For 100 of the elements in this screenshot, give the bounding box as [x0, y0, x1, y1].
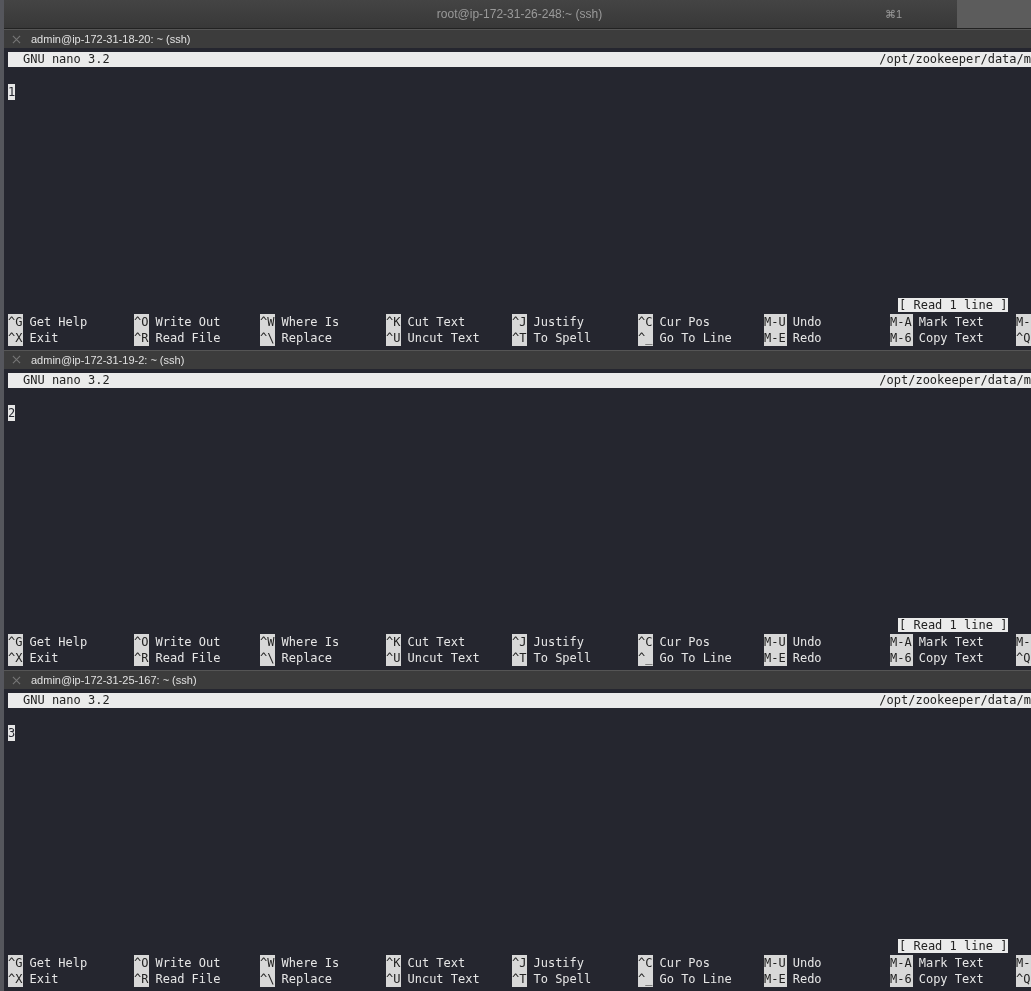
shortcut-label: Replace [281, 650, 333, 667]
shortcut-label: Redo [792, 650, 822, 667]
shortcut-label: Undo [792, 313, 822, 330]
shortcut-label: To Spell [533, 329, 592, 346]
pane-title: admin@ip-172-31-18-20: ~ (ssh) [31, 33, 191, 45]
shortcut-key: M-E [764, 650, 787, 667]
shortcut-label: Exit [29, 650, 59, 667]
status-message: [ Read 1 line ] [898, 618, 1009, 633]
shortcut-key: ^Q [1016, 971, 1031, 987]
shortcut-label: Cur Pos [659, 955, 711, 971]
shortcut-key: M-U [764, 955, 787, 971]
shortcut-label: Get Help [29, 955, 88, 971]
shortcut-label: Redo [792, 329, 822, 346]
shortcut-label: Exit [29, 971, 59, 987]
shortcut-key: ^O [134, 955, 150, 971]
shortcut-key: ^Q [1016, 650, 1031, 667]
pane-title: admin@ip-172-31-19-2: ~ (ssh) [31, 353, 185, 366]
shortcut-key: ^_ [638, 650, 654, 667]
shortcut-key: M-A [890, 955, 913, 971]
status-message: [ Read 1 line ] [898, 297, 1009, 312]
shortcut-label: Where Is [281, 634, 340, 651]
shortcut-label: Mark Text [918, 955, 984, 971]
shortcut-label: Redo [792, 971, 822, 987]
shortcut-label: Exit [29, 329, 59, 346]
shortcut-label: Uncut Text [407, 329, 480, 346]
shortcut-label: Write Out [155, 313, 221, 330]
shortcut-label: Read File [155, 971, 221, 987]
shortcut-label: Undo [792, 955, 822, 971]
shortcut-key: ^\ [260, 971, 276, 987]
shortcut-key: ^G [8, 313, 24, 330]
shortcut-key: M-U [764, 313, 787, 330]
shortcut-label: Get Help [29, 313, 88, 330]
shortcut-key: ^X [8, 650, 24, 667]
shortcut-label: Where Is [281, 955, 340, 971]
close-icon[interactable] [12, 34, 21, 44]
shortcut-key: ^R [134, 650, 150, 667]
shortcut-label: Uncut Text [407, 971, 480, 987]
shortcut-label: Copy Text [918, 650, 984, 667]
shortcut-label: Mark Text [918, 313, 984, 330]
shortcut-label: Get Help [29, 634, 88, 651]
shortcut-label: Cut Text [407, 634, 466, 651]
shortcut-key: ^K [386, 313, 402, 330]
shortcut-label: Justify [533, 313, 585, 330]
shortcut-key: ^_ [638, 971, 654, 987]
close-icon[interactable] [12, 355, 21, 365]
shortcut-key: ^W [260, 955, 276, 971]
status-message: [ Read 1 line ] [898, 939, 1009, 953]
shortcut-key: ^K [386, 634, 402, 651]
file-path: /opt/zookeeper/data/m [879, 52, 1031, 67]
close-icon[interactable] [12, 675, 21, 685]
shortcut-label: Write Out [155, 634, 221, 651]
shortcut-key: ^C [638, 955, 654, 971]
file-text: 2 [8, 404, 16, 421]
shortcut-label: Cur Pos [659, 634, 711, 651]
window-title: root@ip-172-31-26-248:~ (ssh) [435, 7, 604, 21]
shortcut-key: M-E [764, 971, 787, 987]
shortcut-label: Go To Line [659, 329, 732, 346]
shortcut-key: M- [1016, 955, 1031, 971]
shortcut-key: M-6 [890, 971, 913, 987]
shortcut-key: ^U [386, 971, 402, 987]
shortcut-key: ^G [8, 955, 24, 971]
shortcut-key: ^X [8, 971, 24, 987]
shortcut-key: M- [1016, 313, 1031, 330]
shortcut-label: Cur Pos [659, 313, 711, 330]
shortcut-label: Justify [533, 634, 585, 651]
shortcut-label: Read File [155, 329, 221, 346]
shortcut-key: ^R [134, 971, 150, 987]
shortcut-key: M-A [890, 313, 913, 330]
shortcut-key: ^O [134, 634, 150, 651]
shortcut-label: Write Out [155, 955, 221, 971]
shortcut-label: Cut Text [407, 313, 466, 330]
editor-version: GNU nano 3.2 [23, 693, 110, 709]
shortcut-key: ^C [638, 313, 654, 330]
shortcut-key: M-6 [890, 650, 913, 667]
shortcut-label: To Spell [533, 650, 592, 667]
shortcut-key: ^\ [260, 650, 276, 667]
shortcut-label: Undo [792, 634, 822, 651]
shortcut-key: M-A [890, 634, 913, 651]
shortcut-key: ^J [512, 634, 528, 651]
shortcut-label: Go To Line [659, 971, 732, 987]
shortcut-label: Replace [281, 329, 333, 346]
shortcut-label: Read File [155, 650, 221, 667]
shortcut-label: Mark Text [918, 634, 984, 651]
shortcut-key: ^C [638, 634, 654, 651]
shortcut-key: M-U [764, 634, 787, 651]
shortcut-label: Where Is [281, 313, 340, 330]
pane-title: admin@ip-172-31-25-167: ~ (ssh) [31, 674, 197, 687]
shortcut-label: Copy Text [918, 971, 984, 987]
shortcut-key: ^K [386, 955, 402, 971]
shortcut-label: Uncut Text [407, 650, 480, 667]
tab-shortcut: ⌘1 [885, 7, 904, 21]
shortcut-key: ^W [260, 313, 276, 330]
shortcut-key: ^T [512, 650, 528, 667]
shortcut-key: ^J [512, 955, 528, 971]
shortcut-key: ^G [8, 634, 24, 651]
shortcut-key: ^J [512, 313, 528, 330]
shortcut-key: M- [1016, 634, 1031, 651]
file-path: /opt/zookeeper/data/m [879, 372, 1031, 388]
shortcut-key: ^O [134, 313, 150, 330]
editor-version: GNU nano 3.2 [23, 372, 110, 388]
